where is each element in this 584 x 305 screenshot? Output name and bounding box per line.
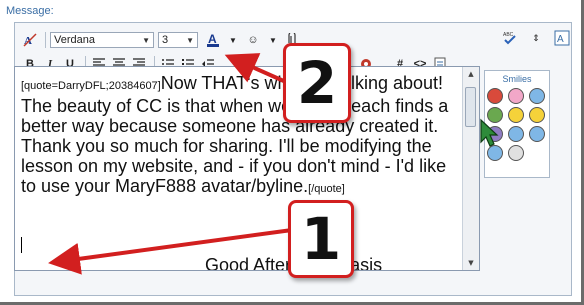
arrow-to-font-size: [224, 53, 287, 84]
callout-number-2: 2: [283, 43, 351, 123]
editor-window: Message: A Verdana ▼ 3 ▼ A ▼ ☺ ▼: [0, 0, 584, 305]
callout-number-1: 1: [288, 200, 354, 278]
arrow-to-cursor: [48, 228, 293, 275]
mouse-pointer-icon: [480, 118, 499, 147]
